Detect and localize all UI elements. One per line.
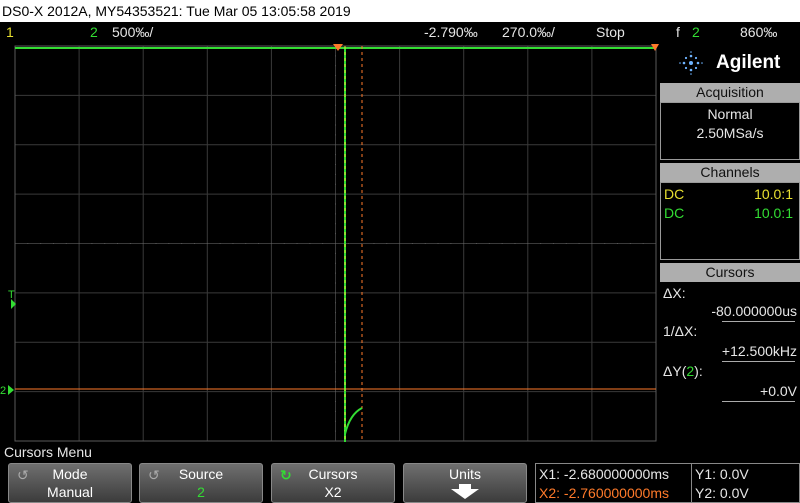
mode-value: Manual bbox=[47, 484, 93, 500]
mode-softkey[interactable]: ↺ Mode Manual bbox=[8, 463, 132, 503]
units-softkey[interactable]: Units bbox=[403, 463, 527, 503]
delta-x-value: -80.000000us bbox=[711, 303, 797, 319]
channel-2-scale: 500‰/ bbox=[112, 24, 154, 40]
x1-readout: X1: -2.680000000ms bbox=[539, 466, 669, 482]
channel-2-coupling: DC bbox=[664, 205, 685, 221]
brand-name: Agilent bbox=[716, 52, 781, 73]
channels-section: DC 10.0:1 DC 10.0:1 bbox=[660, 182, 800, 260]
cursors-header: Cursors bbox=[660, 263, 800, 282]
delta-y-label: ΔY(2): bbox=[663, 363, 703, 379]
channel-1-coupling: DC bbox=[664, 186, 685, 202]
inverse-delta-x-label: 1/ΔX: bbox=[663, 323, 698, 339]
delta-y-value: +0.0V bbox=[760, 383, 797, 399]
cursors-value: X2 bbox=[324, 484, 342, 500]
run-state[interactable]: Stop bbox=[596, 22, 625, 42]
acquisition-header: Acquisition bbox=[660, 83, 800, 102]
title-bar: DS0-X 2012A, MY54353521: Tue Mar 05 13:0… bbox=[0, 0, 800, 22]
channels-header: Channels bbox=[660, 163, 800, 182]
channel-2-settings[interactable]: DC 10.0:1 bbox=[664, 204, 796, 222]
delta-x-label: ΔX: bbox=[663, 285, 686, 301]
units-label: Units bbox=[449, 466, 481, 482]
source-label: Source bbox=[178, 466, 224, 482]
time-offset: -2.790‰ bbox=[424, 24, 478, 40]
acquisition-section: Normal 2.50MSa/s bbox=[660, 102, 800, 160]
x-cursor-readout: X1: -2.680000000ms X2: -2.760000000ms bbox=[535, 463, 692, 503]
waveform-display[interactable]: T 2 bbox=[0, 42, 660, 442]
channel-2-ground-label: 2 bbox=[0, 385, 6, 397]
cursors-label: Cursors bbox=[308, 466, 358, 482]
mode-label: Mode bbox=[52, 466, 88, 482]
channel-1-indicator[interactable]: 1 bbox=[6, 22, 14, 42]
trigger-level: 860‰ bbox=[740, 24, 778, 40]
y1-readout: Y1: 0.0V bbox=[695, 466, 749, 482]
channel-1-probe: 10.0:1 bbox=[754, 186, 793, 202]
inverse-delta-x-value: +12.500kHz bbox=[721, 343, 797, 359]
trigger-marker-label: T bbox=[8, 289, 15, 301]
cursors-section: ΔX: -80.000000us 1/ΔX: +12.500kHz ΔY(2):… bbox=[660, 282, 800, 408]
y2-readout: Y2: 0.0V bbox=[695, 485, 749, 501]
status-bar: 1 2 500‰/ -2.790‰ 270.0‰/ Stop f 2 860‰ bbox=[0, 22, 800, 42]
trigger-slope-icon: f bbox=[676, 24, 680, 40]
y-cursor-readout: Y1: 0.0V Y2: 0.0V bbox=[691, 463, 800, 503]
sample-rate: 2.50MSa/s bbox=[696, 125, 764, 141]
time-scale: 270.0‰/ bbox=[502, 24, 555, 40]
divider bbox=[722, 401, 795, 402]
agilent-logo: Agilent bbox=[660, 46, 800, 78]
channel-1-settings[interactable]: DC 10.0:1 bbox=[664, 185, 796, 203]
acquisition-mode: Normal bbox=[707, 106, 753, 122]
trigger-channel: 2 bbox=[692, 24, 700, 40]
agilent-spark-icon bbox=[679, 51, 703, 75]
source-softkey[interactable]: ↺ Source 2 bbox=[139, 463, 263, 503]
channel-2-indicator[interactable]: 2 bbox=[90, 22, 98, 42]
menu-title: Cursors Menu bbox=[4, 444, 92, 460]
source-value: 2 bbox=[197, 484, 205, 500]
cursors-softkey[interactable]: ↻ Cursors X2 bbox=[271, 463, 395, 503]
x2-readout: X2: -2.760000000ms bbox=[539, 485, 669, 501]
channel-2-probe: 10.0:1 bbox=[754, 205, 793, 221]
submenu-arrow-icon bbox=[451, 489, 479, 499]
